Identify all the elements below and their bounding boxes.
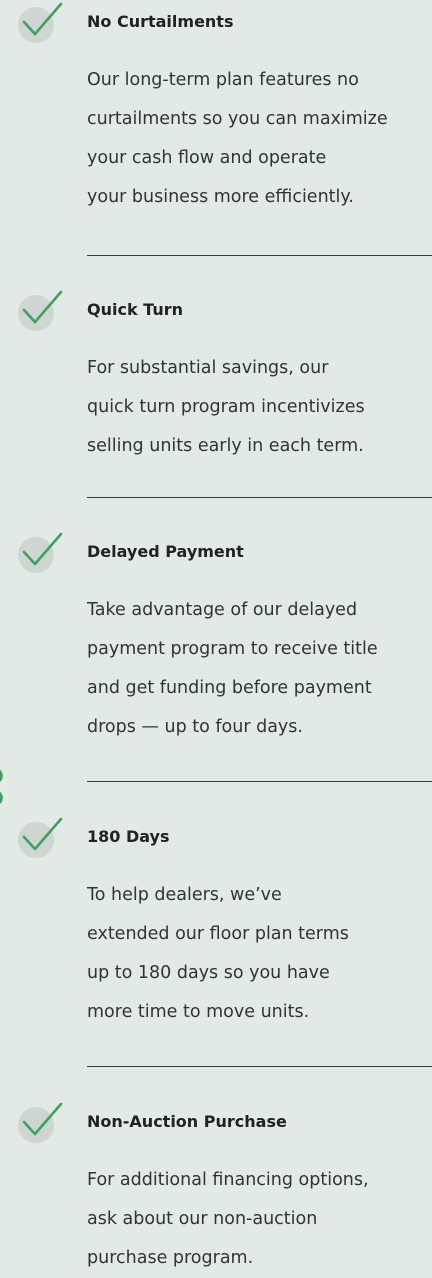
description-line: payment program to receive title [87,639,378,659]
description-line: Take advantage of our delayed [87,600,358,620]
feature-description: For substantial savings, our quick turn … [87,349,365,466]
description-line: drops — up to four days. [87,717,303,737]
description-line: ask about our non-auction [87,1209,318,1229]
edge-decoration [0,766,8,806]
feature-divider [87,255,432,256]
description-line: To help dealers, we’ve [87,885,282,905]
feature-divider [87,1066,432,1067]
features-list: No Curtailments Our long-term plan featu… [0,0,432,1268]
description-line: your cash flow and operate [87,148,327,168]
description-line: more time to move units. [87,1002,310,1022]
description-line: quick turn program incentivizes [87,397,365,417]
feature-title: Quick Turn [87,300,183,319]
check-icon [16,1100,64,1144]
feature-title: Non-Auction Purchase [87,1112,287,1131]
feature-divider [87,497,432,498]
check-icon [16,288,64,332]
description-line: extended our floor plan terms [87,924,349,944]
check-icon [16,0,64,44]
description-line: curtailments so you can maximize [87,109,388,129]
description-line: For additional financing options, [87,1170,369,1190]
check-icon [16,815,64,859]
check-icon [16,530,64,574]
feature-description: Our long-term plan features no curtailme… [87,61,388,217]
description-line: and get funding before payment [87,678,372,698]
description-line: Our long-term plan features no [87,70,359,90]
feature-title: 180 Days [87,827,170,846]
feature-description: To help dealers, we’ve extended our floo… [87,876,349,1032]
feature-description: Take advantage of our delayed payment pr… [87,591,378,747]
description-line: selling units early in each term. [87,436,364,456]
description-line: purchase program. [87,1248,254,1268]
description-line: up to 180 days so you have [87,963,330,983]
feature-divider [87,781,432,782]
feature-description: For additional financing options, ask ab… [87,1161,369,1278]
feature-title: Delayed Payment [87,542,244,561]
description-line: For substantial savings, our [87,358,329,378]
feature-title: No Curtailments [87,12,234,31]
description-line: your business more efficiently. [87,187,354,207]
